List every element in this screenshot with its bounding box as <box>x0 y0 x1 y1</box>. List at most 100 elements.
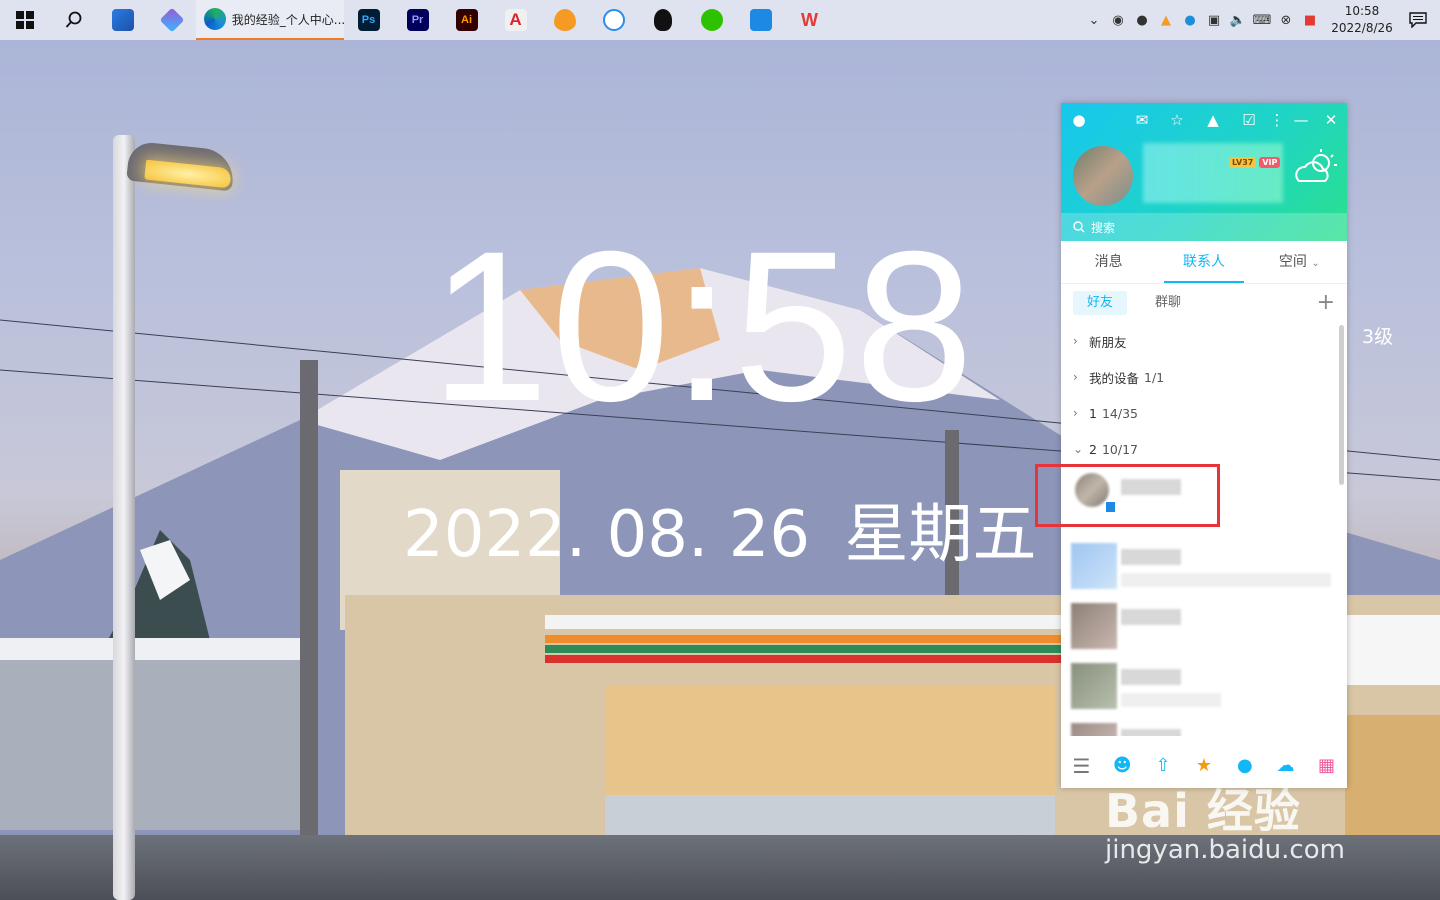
list-item[interactable] <box>1061 651 1347 711</box>
qq-icon <box>653 9 672 31</box>
close-icon[interactable]: ✕ <box>1321 110 1341 130</box>
shirt-icon[interactable]: ▲ <box>1203 110 1223 130</box>
chevron-right-icon: › <box>1073 370 1078 384</box>
tray-keyboard-icon[interactable]: ⌨ <box>1250 0 1274 40</box>
notification-icon <box>1409 12 1427 28</box>
feishu-icon <box>749 9 772 31</box>
avatar <box>1071 603 1117 649</box>
baidu-netdisk-icon <box>602 9 625 31</box>
avatar <box>1071 543 1117 589</box>
group-2[interactable]: ⌄ 2 10/17 <box>1061 431 1347 467</box>
start-button[interactable] <box>0 0 49 40</box>
chevron-down-icon: ⌄ <box>1311 258 1320 269</box>
group-my-devices[interactable]: › 我的设备 1/1 <box>1061 359 1347 395</box>
flame-icon <box>553 9 576 31</box>
tray-flame-icon[interactable]: ▲ <box>1154 0 1178 40</box>
flame-app[interactable] <box>540 0 589 40</box>
ai-icon: Ai <box>455 9 478 31</box>
tray-overflow-chevron-icon[interactable]: ⌄ <box>1082 0 1106 40</box>
vip-level: LV37 <box>1229 157 1257 168</box>
list-item[interactable] <box>1061 591 1347 651</box>
wps-app[interactable]: W <box>785 0 834 40</box>
add-friend-icon[interactable]: ☻ <box>1110 754 1134 778</box>
qq-bottom-toolbar: ☰ ☻ ⇧ ★ ● ☁ ▦ <box>1061 743 1347 788</box>
feishu-app[interactable] <box>736 0 785 40</box>
notification-button[interactable] <box>1396 0 1440 40</box>
add-icon[interactable]: + <box>1317 291 1335 315</box>
system-tray: ⌄ ◉ ● ▲ ● ▣ 🔈 ⌨ ⊗ ■ 10:58 2022/8/26 <box>1082 0 1440 40</box>
windows-logo-icon <box>15 11 34 29</box>
more-icon[interactable]: ⋮ <box>1267 110 1287 130</box>
tray-time: 10:58 <box>1344 4 1380 18</box>
store-app[interactable] <box>98 0 147 40</box>
user-nickname-blurred[interactable] <box>1143 143 1283 203</box>
watermark-url: jingyan.baidu.com <box>1105 835 1345 865</box>
mail-icon[interactable]: ✉ <box>1132 110 1152 130</box>
tray-network-icon[interactable]: ▣ <box>1202 0 1226 40</box>
tray-edge-icon[interactable]: ● <box>1178 0 1202 40</box>
qq-topbar: ● ✉ ☆ ▲ ☑ ⋮ — ✕ <box>1061 103 1347 137</box>
tray-qq-icon[interactable]: ● <box>1130 0 1154 40</box>
photoshop-app[interactable]: Ps <box>344 0 393 40</box>
qq-search-box[interactable]: 搜索 <box>1061 213 1347 241</box>
vip-badge[interactable]: LV37 VIP <box>1229 157 1281 168</box>
subtab-friends[interactable]: 好友 <box>1073 291 1128 315</box>
contact-signature-blurred <box>1121 573 1331 587</box>
file-transfer-icon[interactable]: ⇧ <box>1151 754 1175 778</box>
contact-name-blurred <box>1121 549 1181 565</box>
edge-icon <box>204 8 226 30</box>
list-item[interactable] <box>1061 531 1347 591</box>
edge-taskbar-item[interactable]: 我的经验_个人中心... <box>196 0 344 40</box>
group-new-friends[interactable]: › 新朋友 <box>1061 323 1347 359</box>
game-icon[interactable]: ★ <box>1192 754 1216 778</box>
wps-icon: W <box>801 9 818 30</box>
search-icon <box>1073 221 1085 233</box>
tray-volume-icon[interactable]: 🔈 <box>1226 0 1250 40</box>
highlight-box <box>1035 464 1220 527</box>
tray-clock[interactable]: 10:58 2022/8/26 <box>1328 3 1396 37</box>
qq-header: ● ✉ ☆ ▲ ☑ ⋮ — ✕ LV37 VIP 搜索 <box>1061 103 1347 241</box>
baidu-netdisk-app[interactable] <box>589 0 638 40</box>
contact-list: › 新朋友 › 我的设备 1/1 › 1 14/35 ⌄ 2 10/17 <box>1061 323 1347 736</box>
cube-app[interactable] <box>147 0 196 40</box>
main-menu-icon[interactable]: ☰ <box>1069 754 1093 778</box>
tab-messages[interactable]: 消息 <box>1061 241 1156 283</box>
app-manager-icon[interactable]: ▦ <box>1314 754 1338 778</box>
vip-label: VIP <box>1259 157 1281 168</box>
illustrator-app[interactable]: Ai <box>442 0 491 40</box>
search-icon <box>65 11 81 28</box>
tray-app-icon[interactable]: ◉ <box>1106 0 1130 40</box>
wechat-app[interactable] <box>687 0 736 40</box>
tab-qzone-label: 空间 <box>1278 254 1307 270</box>
weiyun-icon[interactable]: ☁ <box>1274 754 1298 778</box>
date-text: 2022. 08. 26 <box>403 498 811 572</box>
qq-avatar-app-icon[interactable]: ● <box>1233 754 1257 778</box>
premiere-app[interactable]: Pr <box>393 0 442 40</box>
pr-icon: Pr <box>406 9 429 31</box>
contact-name-blurred <box>1121 609 1181 625</box>
checkin-icon[interactable]: ☑ <box>1239 110 1259 130</box>
tab-qzone[interactable]: 空间 ⌄ <box>1252 241 1347 283</box>
desktop-date: 2022. 08. 26 星期五 <box>403 483 1036 575</box>
tray-sogou-icon[interactable]: ■ <box>1298 0 1322 40</box>
group-1[interactable]: › 1 14/35 <box>1061 395 1347 431</box>
tab-contacts[interactable]: 联系人 <box>1156 241 1251 283</box>
list-item[interactable] <box>1061 711 1347 736</box>
star-icon[interactable]: ☆ <box>1167 110 1187 130</box>
contact-list-scrollbar[interactable] <box>1339 325 1344 485</box>
group-count: 14/35 <box>1101 405 1138 421</box>
qq-tabs: 消息 联系人 空间 ⌄ <box>1061 241 1347 284</box>
weather-icon[interactable] <box>1291 147 1341 191</box>
group-label: 1 <box>1089 405 1097 421</box>
tray-close-circle-icon[interactable]: ⊗ <box>1274 0 1298 40</box>
chevron-down-icon: ⌄ <box>1073 442 1084 456</box>
qq-app[interactable] <box>638 0 687 40</box>
chevron-right-icon: › <box>1073 334 1078 348</box>
group-label: 2 <box>1089 441 1097 457</box>
subtab-groups[interactable]: 群聊 <box>1141 291 1195 315</box>
minimize-icon[interactable]: — <box>1291 110 1311 130</box>
acrobat-app[interactable]: A <box>491 0 540 40</box>
user-avatar[interactable] <box>1073 146 1133 206</box>
search-button[interactable] <box>49 0 98 40</box>
street-lamp-pole <box>113 135 135 900</box>
